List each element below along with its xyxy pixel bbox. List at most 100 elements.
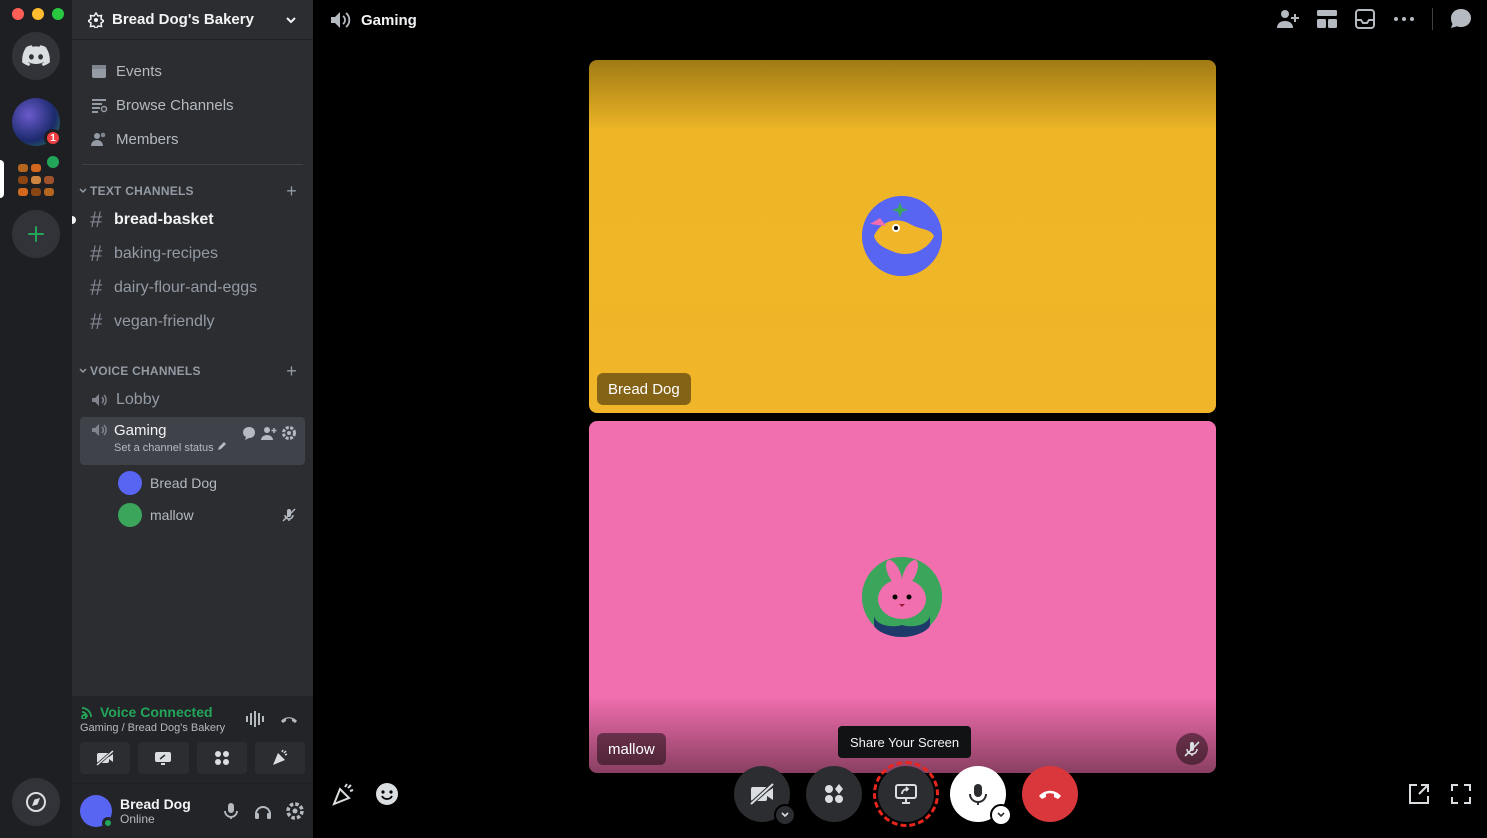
pop-out-icon[interactable] <box>1407 782 1431 806</box>
nav-browse-channels[interactable]: Browse Channels <box>72 88 313 122</box>
camera-off-icon <box>96 750 115 766</box>
soundboard-button[interactable] <box>254 742 305 774</box>
grid-layout-icon[interactable] <box>1316 8 1338 30</box>
unread-indicator <box>72 216 76 224</box>
server-rail: 1 <box>0 0 72 838</box>
divider <box>82 164 303 165</box>
avatar <box>862 196 942 276</box>
pencil-icon <box>217 442 226 450</box>
channel-baking-recipes[interactable]: # baking-recipes <box>80 237 305 271</box>
inbox-icon[interactable] <box>1354 8 1376 30</box>
text-category-label: Text Channels <box>90 184 194 198</box>
hash-icon: # <box>90 241 103 266</box>
screen-share-button[interactable] <box>138 742 189 774</box>
voice-member-bread-dog[interactable]: Bread Dog <box>72 467 313 499</box>
status-text: Set a channel status <box>114 442 214 454</box>
add-user-icon[interactable] <box>1276 8 1300 30</box>
participant-tile-mallow[interactable]: mallow <box>589 421 1216 773</box>
gear-icon[interactable] <box>285 801 305 821</box>
microphone-options-chevron[interactable] <box>990 804 1012 826</box>
voice-channel-gaming[interactable]: Gaming Set a channel status <box>80 417 305 465</box>
microphone-icon[interactable] <box>221 801 241 821</box>
microphone-icon <box>969 784 987 805</box>
microphone-toggle-button[interactable] <box>950 766 1012 826</box>
soundboard-icon[interactable] <box>331 782 355 806</box>
participant-nameplate: mallow <box>597 733 666 765</box>
channel-name: dairy-flour-and-eggs <box>114 279 258 296</box>
channel-name: bread-basket <box>114 211 214 228</box>
share-screen-button[interactable] <box>873 761 939 827</box>
server-header[interactable]: Bread Dog's Bakery <box>72 0 313 40</box>
close-window-button[interactable] <box>12 8 24 20</box>
invite-user-icon[interactable] <box>261 425 277 441</box>
channel-name: Gaming <box>114 421 167 439</box>
chat-icon[interactable] <box>1449 8 1473 30</box>
more-options-icon[interactable] <box>1392 8 1416 30</box>
headphones-icon[interactable] <box>253 801 273 821</box>
chevron-down-icon <box>997 812 1005 818</box>
home-button[interactable] <box>12 32 60 80</box>
member-name: Bread Dog <box>150 475 217 491</box>
participant-nameplate: Bread Dog <box>597 373 691 405</box>
zoom-window-button[interactable] <box>52 8 64 20</box>
user-avatar[interactable] <box>80 795 114 829</box>
gear-icon[interactable] <box>281 425 297 441</box>
activities-icon <box>214 751 229 765</box>
voice-active-badge <box>44 153 62 171</box>
channel-status-prompt[interactable]: Set a channel status <box>114 441 295 454</box>
user-name: Bread Dog <box>120 796 191 812</box>
disconnect-call-button[interactable] <box>1022 766 1078 822</box>
unread-badge: 1 <box>44 129 62 147</box>
camera-options-chevron[interactable] <box>774 804 796 826</box>
voice-connected-label: Voice Connected <box>100 704 213 720</box>
toolbar-divider <box>1432 8 1433 30</box>
channel-vegan-friendly[interactable]: # vegan-friendly <box>80 305 305 339</box>
activities-button[interactable] <box>196 742 247 774</box>
fullscreen-icon[interactable] <box>1449 782 1473 806</box>
channel-name: Lobby <box>116 391 160 408</box>
emoji-icon[interactable] <box>375 782 399 806</box>
discord-logo-icon <box>22 45 50 66</box>
channel-name: baking-recipes <box>114 245 219 262</box>
camera-off-icon <box>749 783 775 805</box>
participant-muted-indicator <box>1176 733 1208 765</box>
hang-up-icon <box>1039 790 1061 799</box>
minimize-window-button[interactable] <box>32 8 44 20</box>
voice-member-mallow[interactable]: mallow <box>72 499 313 531</box>
user-status: Online <box>120 812 155 826</box>
browse-list-icon <box>92 99 108 113</box>
add-server-button[interactable] <box>12 210 60 258</box>
channel-bread-basket[interactable]: # bread-basket <box>72 203 305 237</box>
screen-share-icon <box>895 784 917 804</box>
nav-events[interactable]: Events <box>72 54 313 88</box>
create-voice-channel-plus-icon[interactable]: + <box>286 361 297 382</box>
chat-bubble-icon[interactable] <box>241 425 257 441</box>
call-left-actions <box>331 782 399 806</box>
calendar-icon <box>92 65 106 78</box>
nav-members[interactable]: Members <box>72 122 313 156</box>
disconnect-icon[interactable] <box>279 710 299 728</box>
voice-category-label: Voice Channels <box>90 364 201 378</box>
voice-connection-panel: Voice Connected Gaming / Bread Dog's Bak… <box>72 696 313 784</box>
window-controls <box>12 8 64 20</box>
hash-icon: # <box>90 207 103 232</box>
avatar <box>118 503 142 527</box>
chevron-down-icon <box>79 368 87 374</box>
mic-muted-icon <box>282 508 296 522</box>
participant-tile-bread-dog[interactable]: Bread Dog <box>589 60 1216 413</box>
voice-channels-category[interactable]: Voice Channels + <box>72 359 313 383</box>
soundboard-icon <box>272 749 288 765</box>
noise-suppression-icon[interactable] <box>245 710 265 728</box>
camera-toggle-button[interactable] <box>80 742 131 774</box>
create-text-channel-plus-icon[interactable]: + <box>286 181 297 202</box>
voice-channel-lobby[interactable]: Lobby <box>80 383 305 417</box>
camera-toggle-button[interactable] <box>734 766 796 826</box>
dog-avatar-icon <box>862 196 942 276</box>
member-name: mallow <box>150 507 194 523</box>
activities-button[interactable] <box>806 766 862 822</box>
chevron-down-icon <box>286 16 296 23</box>
text-channels-category[interactable]: Text Channels + <box>72 179 313 203</box>
channel-dairy-flour-and-eggs[interactable]: # dairy-flour-and-eggs <box>80 271 305 305</box>
members-icon <box>91 132 106 146</box>
discover-button[interactable] <box>12 778 60 826</box>
